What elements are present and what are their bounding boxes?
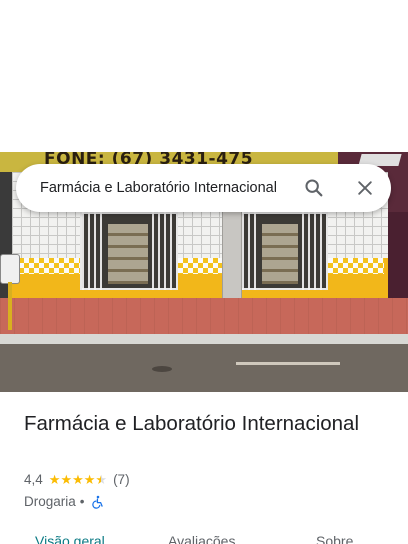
gate-grill-right-a bbox=[242, 212, 260, 290]
review-count[interactable]: (7) bbox=[113, 472, 130, 487]
checker-tiles-left bbox=[14, 258, 80, 274]
sign-pole bbox=[8, 282, 12, 330]
tab-overview[interactable]: Visão geral bbox=[35, 533, 105, 544]
star-icon: ★ bbox=[83, 472, 96, 487]
gate-grill-right-b bbox=[302, 212, 326, 290]
street-sign bbox=[0, 254, 20, 284]
place-title: Farmácia e Laboratório Internacional bbox=[24, 412, 360, 435]
checker-tiles-right bbox=[328, 258, 384, 274]
place-tabs: Visão geral Avaliações Sobre bbox=[0, 530, 408, 544]
tab-about[interactable]: Sobre bbox=[316, 533, 353, 544]
star-icon: ★ bbox=[60, 472, 73, 487]
street bbox=[0, 344, 408, 392]
wall-right bbox=[388, 212, 408, 302]
search-input[interactable]: Farmácia e Laboratório Internacional bbox=[40, 180, 288, 196]
checker-tiles-middle bbox=[178, 258, 222, 274]
tab-reviews[interactable]: Avaliações bbox=[168, 533, 235, 544]
place-category[interactable]: Drogaria bbox=[24, 494, 76, 509]
star-rating: ★ ★ ★ ★ ★ bbox=[49, 473, 107, 486]
wheelchair-icon[interactable] bbox=[91, 495, 105, 509]
star-icon: ★ bbox=[48, 472, 61, 487]
sidewalk bbox=[0, 298, 408, 338]
search-icon[interactable] bbox=[302, 176, 326, 200]
half-star-icon: ★ bbox=[95, 472, 108, 487]
separator: • bbox=[79, 494, 85, 509]
search-bar[interactable]: Farmácia e Laboratório Internacional bbox=[16, 164, 391, 212]
rating-row[interactable]: 4,4 ★ ★ ★ ★ ★ (7) bbox=[24, 472, 130, 487]
shelves-left bbox=[108, 224, 148, 284]
road-stain bbox=[152, 366, 172, 372]
road-marking bbox=[236, 362, 340, 365]
close-icon[interactable] bbox=[353, 176, 377, 200]
shelves-right bbox=[262, 224, 298, 284]
category-row: Drogaria • bbox=[24, 494, 105, 509]
rating-value: 4,4 bbox=[24, 472, 43, 487]
star-icon: ★ bbox=[72, 472, 84, 487]
gate-grill-left-b bbox=[152, 212, 176, 290]
curb bbox=[0, 334, 408, 344]
gate-grill-left-a bbox=[82, 212, 106, 290]
